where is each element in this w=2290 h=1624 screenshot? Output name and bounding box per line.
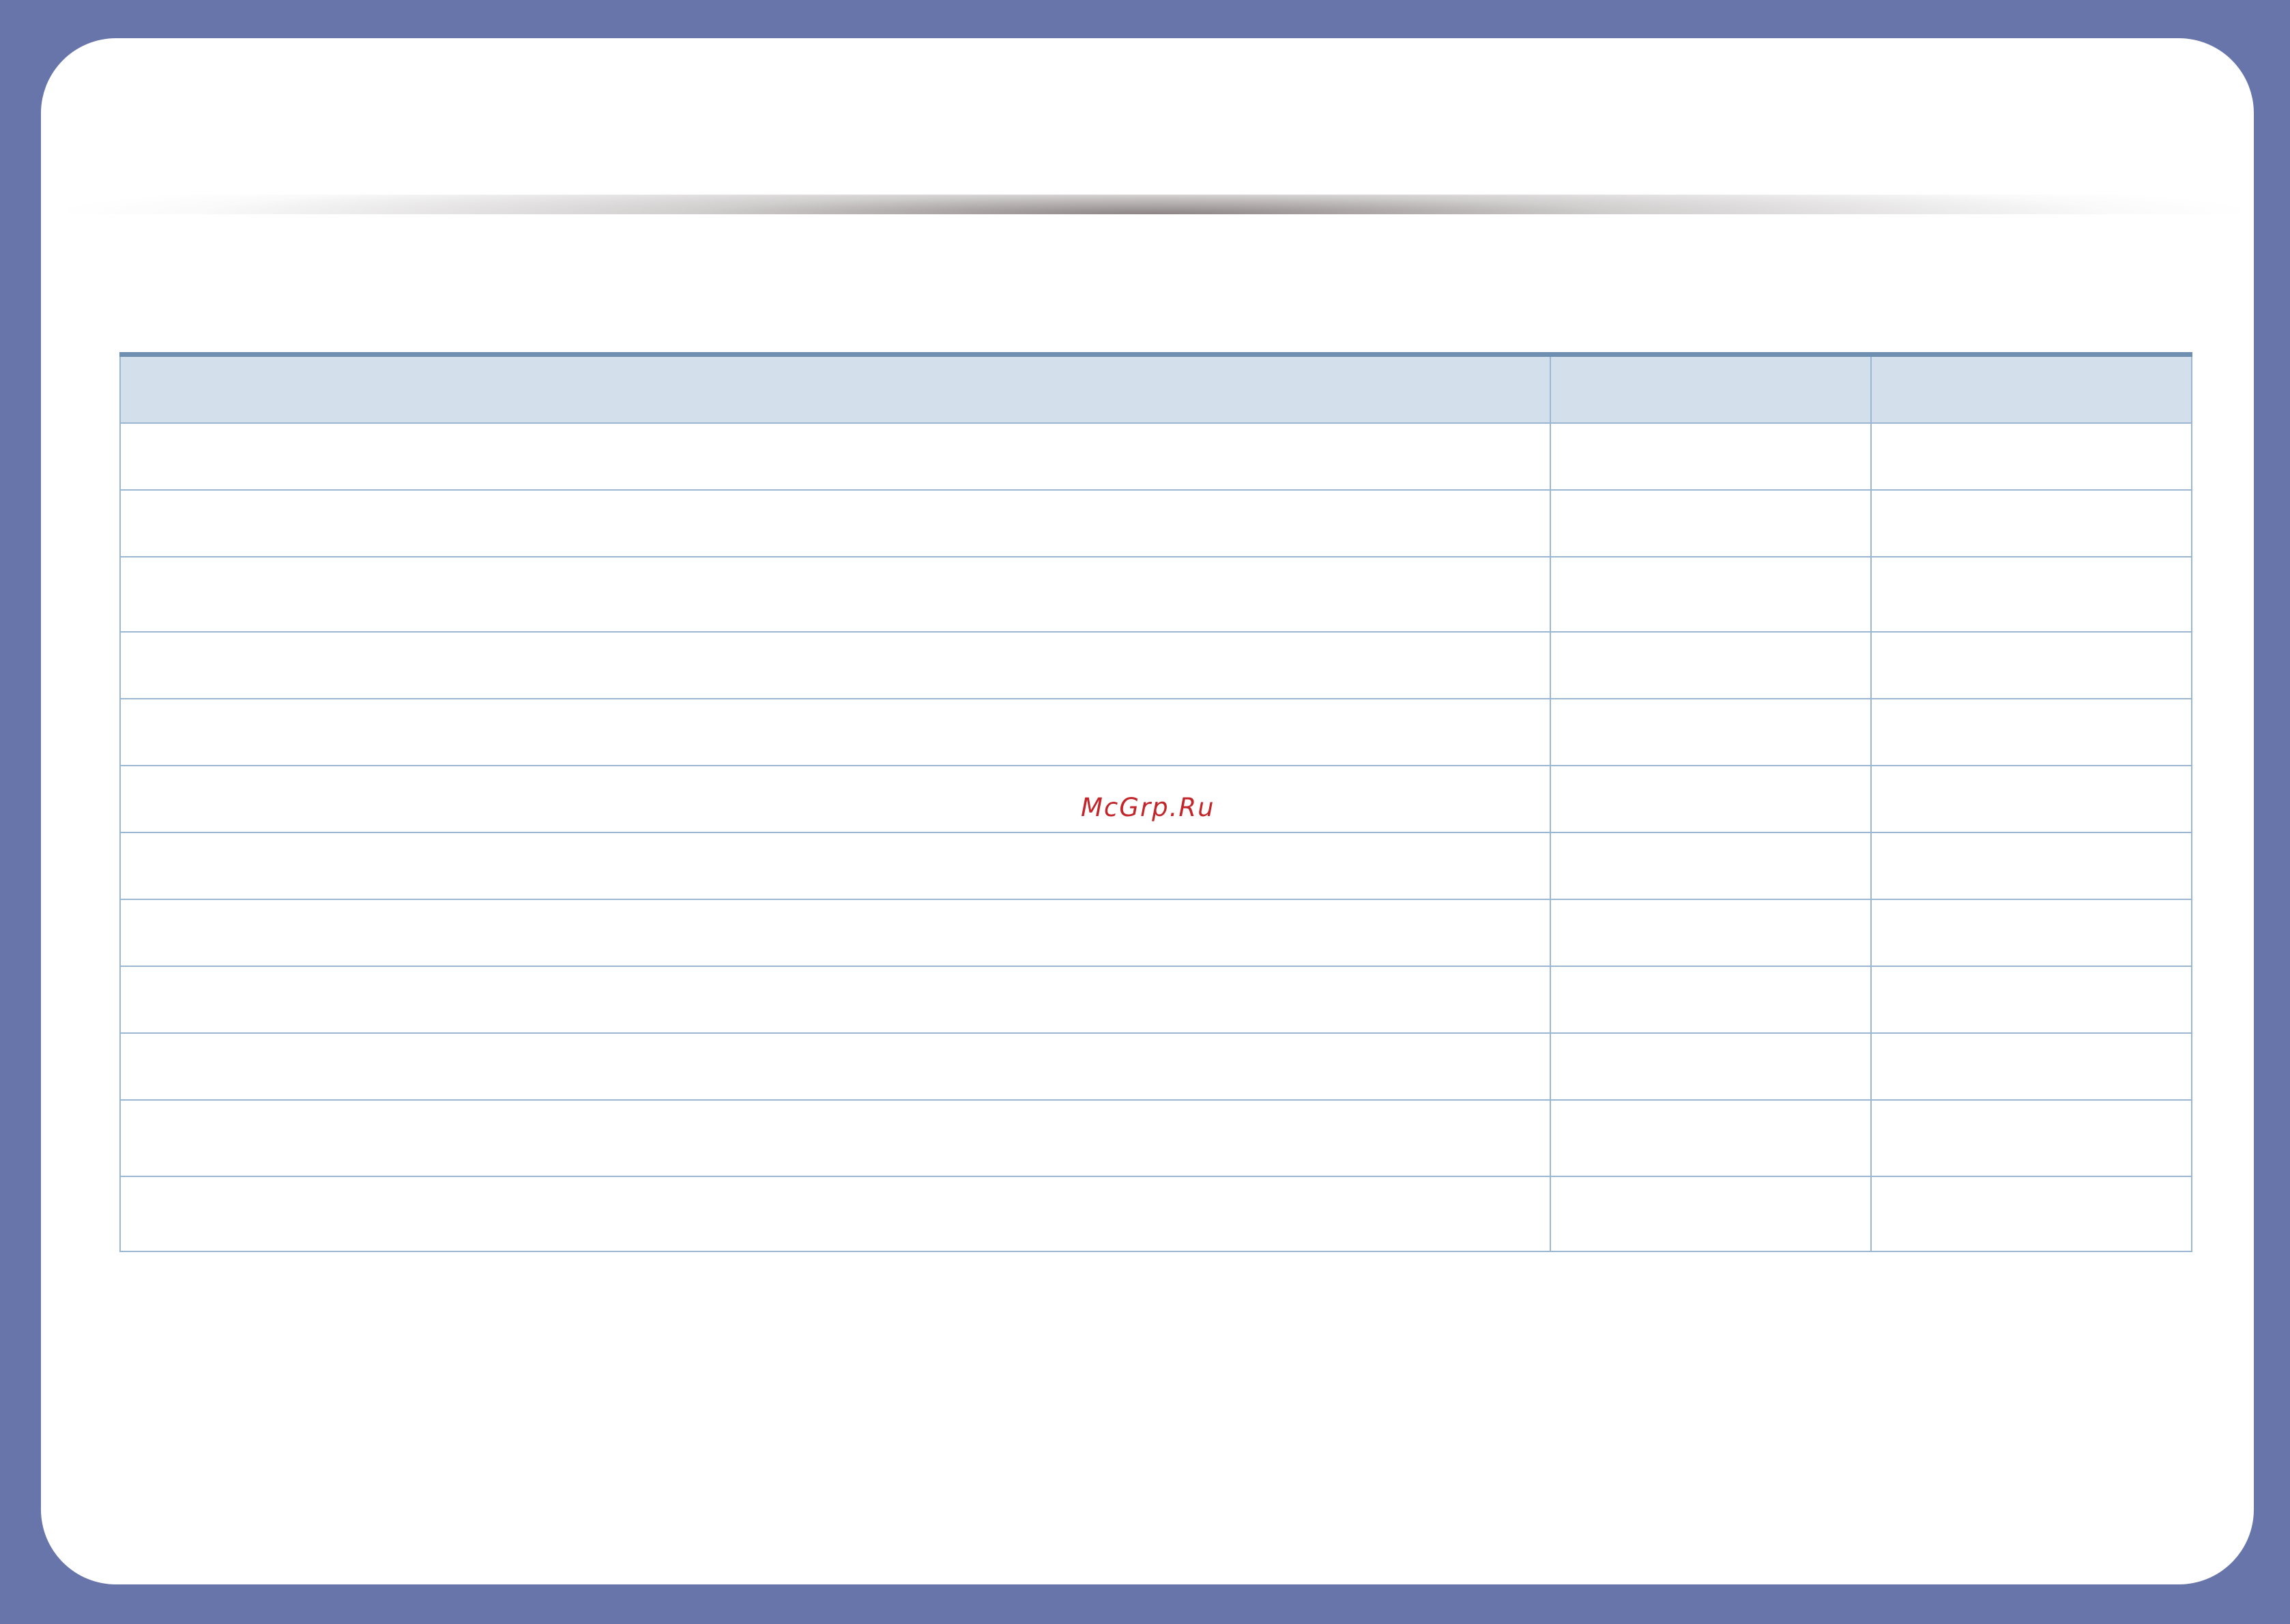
table-row — [119, 556, 2192, 633]
table-cell — [1870, 489, 2192, 557]
table-cell — [119, 489, 1551, 557]
table-row — [119, 832, 2192, 900]
table-cell — [1550, 1032, 1872, 1101]
table-cell — [1550, 698, 1872, 766]
table-cell — [1550, 765, 1872, 833]
table-cell — [1550, 489, 1872, 557]
watermark-text: McGrp.Ru — [1081, 793, 1215, 822]
table-cell — [1870, 631, 2192, 699]
table-cell — [119, 966, 1551, 1034]
table-cell — [1870, 1099, 2192, 1177]
table-cell — [1870, 765, 2192, 833]
table-cell — [1870, 899, 2192, 967]
table-cell — [1870, 698, 2192, 766]
table-row — [119, 966, 2192, 1034]
table-cell — [1870, 1032, 2192, 1101]
table-cell — [1870, 832, 2192, 900]
table-cell — [119, 765, 1551, 833]
table-cell — [1550, 422, 1872, 491]
table-cell — [119, 1099, 1551, 1177]
table-cell — [119, 698, 1551, 766]
table-row — [119, 422, 2192, 491]
table-header-cell — [119, 352, 1551, 424]
header-divider — [68, 194, 2240, 214]
table-cell — [119, 1032, 1551, 1101]
table-cell — [1550, 631, 1872, 699]
table-cell — [119, 422, 1551, 491]
table-cell — [1550, 556, 1872, 633]
table-row — [119, 899, 2192, 967]
table-cell — [1550, 966, 1872, 1034]
table-row — [119, 489, 2192, 557]
table-cell — [119, 1176, 1551, 1252]
table-row — [119, 631, 2192, 699]
table-cell — [1870, 422, 2192, 491]
table-cell — [1870, 556, 2192, 633]
table-cell — [1550, 899, 1872, 967]
table-cell — [1550, 1176, 1872, 1252]
table-row — [119, 1176, 2192, 1252]
table-cell — [119, 556, 1551, 633]
table-cell — [1550, 1099, 1872, 1177]
table-cell — [119, 631, 1551, 699]
table-cell — [1550, 832, 1872, 900]
table-header-cell — [1550, 352, 1872, 424]
table-row — [119, 1032, 2192, 1101]
table-cell — [119, 832, 1551, 900]
table-row — [119, 698, 2192, 766]
table-header-cell — [1870, 352, 2192, 424]
table-row — [119, 1099, 2192, 1177]
table-cell — [1870, 1176, 2192, 1252]
table-cell — [1870, 966, 2192, 1034]
table-cell — [119, 899, 1551, 967]
table-header-row — [119, 352, 2192, 424]
